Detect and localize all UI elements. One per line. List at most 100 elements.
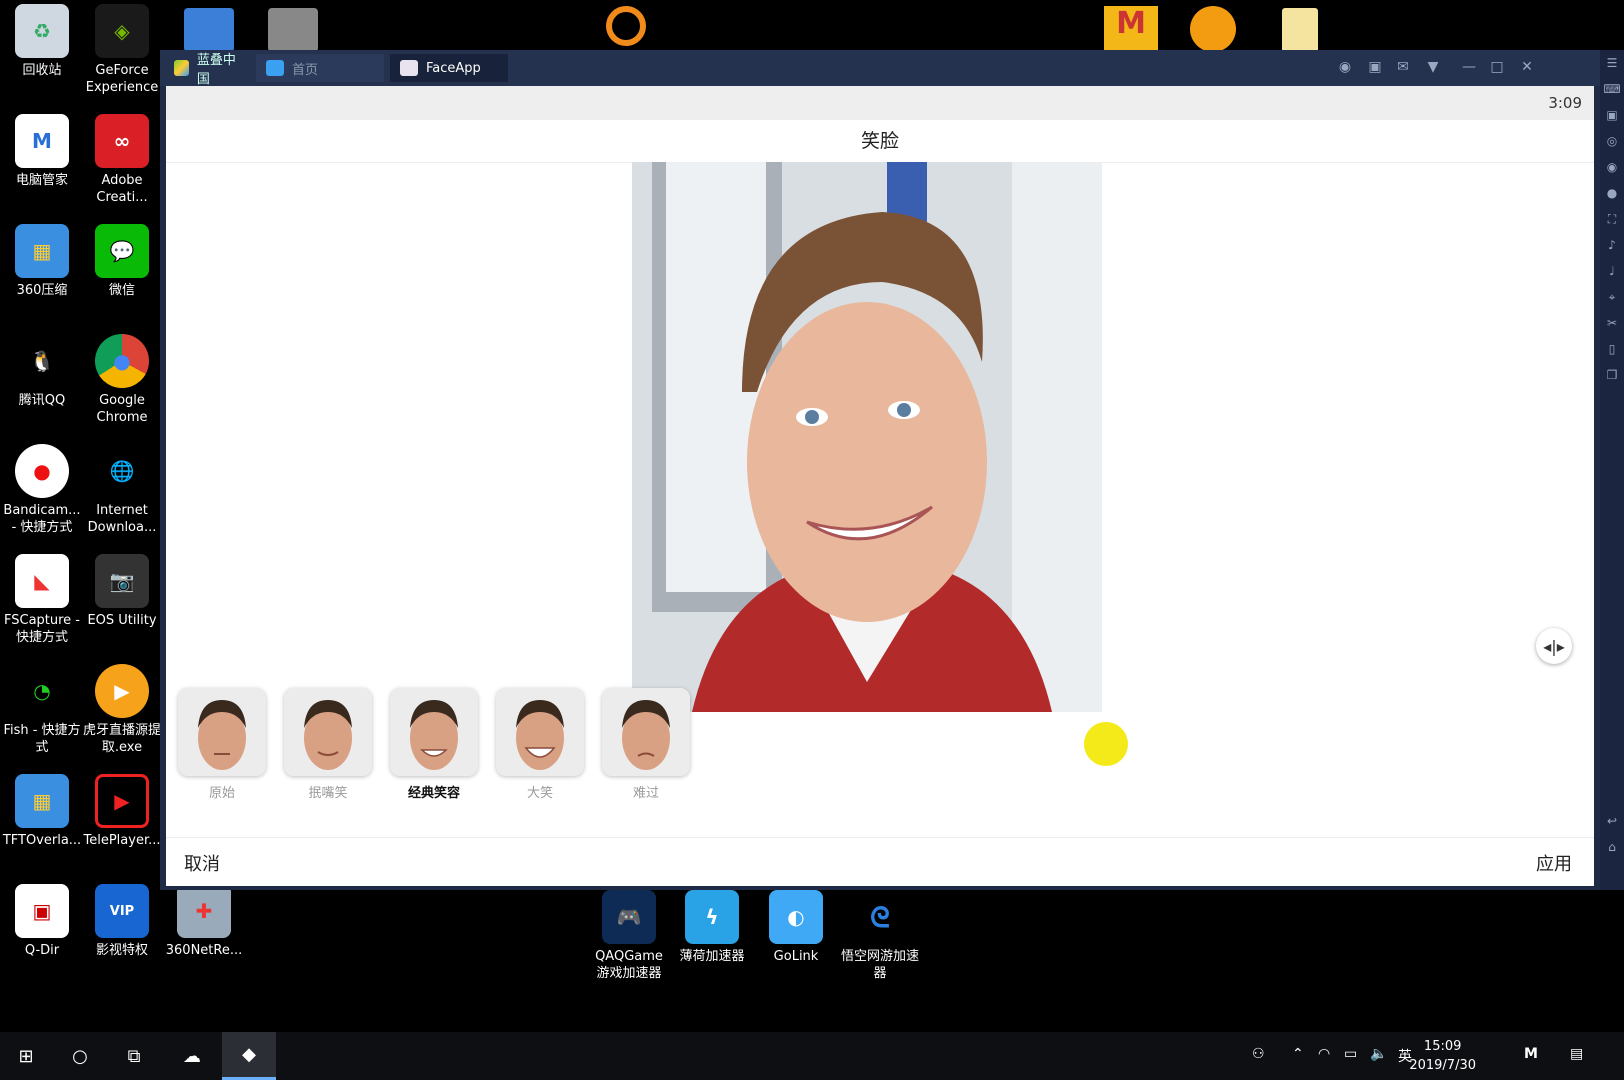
desktop-icon-label: 回收站 xyxy=(22,63,62,78)
filter-sad[interactable]: 难过 xyxy=(602,688,690,801)
desktop-icon-label: EOS Utility xyxy=(87,613,157,628)
menu-dropdown-icon[interactable]: ▼ xyxy=(1424,58,1442,76)
tab-faceapp[interactable]: FaceApp xyxy=(390,54,508,82)
desktop-icon-fscapture[interactable]: ◣ FSCapture - 快捷方式 xyxy=(0,554,84,646)
desktop-icon-qaqgame[interactable]: 🎮 QAQGame 游戏加速器 xyxy=(587,890,671,982)
pc-manager-tray-icon[interactable]: M xyxy=(1524,1046,1538,1062)
notification-icon[interactable]: ▤ xyxy=(1570,1046,1583,1062)
search-tool-icon[interactable] xyxy=(606,6,646,46)
desktop-icon-label: 虎牙直播源提取.exe xyxy=(82,723,161,755)
desktop-icon-golink[interactable]: ◐ GoLink xyxy=(754,890,838,965)
desktop-icon-geforce[interactable]: ◈ GeForce Experience xyxy=(80,4,164,96)
desktop-icon-label: 影视特权 xyxy=(95,943,148,958)
keyboard-icon[interactable]: ⌨ xyxy=(1600,76,1624,102)
faceapp-icon xyxy=(400,60,418,76)
task-view-icon[interactable]: ⧉ xyxy=(110,1032,158,1080)
desktop-icon-tftoverlay[interactable]: ▦ TFTOverla... xyxy=(0,774,84,849)
close-icon[interactable]: ✕ xyxy=(1518,58,1536,76)
desktop-icon-label: 电脑管家 xyxy=(15,173,68,188)
filter-thumbnail xyxy=(390,688,478,776)
desktop-icon-label: 360NetRe... xyxy=(165,943,243,958)
wifi-icon[interactable]: ◠ xyxy=(1318,1046,1330,1062)
volume-down-icon[interactable]: ♩ xyxy=(1600,258,1624,284)
desktop-icon-adobe-cc[interactable]: ∞ Adobe Creati... xyxy=(80,114,164,206)
record-icon[interactable]: ● xyxy=(1600,180,1624,206)
bolt-icon: ϟ xyxy=(685,890,739,944)
desktop-icon-chrome[interactable]: ● Google Chrome xyxy=(80,334,164,426)
desktop-icon-idm[interactable]: 🌐 Internet Downloa... xyxy=(80,444,164,536)
cancel-button[interactable]: 取消 xyxy=(184,850,220,876)
desktop-icon-label: TFTOverla... xyxy=(2,833,82,848)
desktop-icon-bpm[interactable]: M xyxy=(1104,6,1158,52)
account-icon[interactable]: ◉ xyxy=(1336,58,1354,76)
shake-icon[interactable]: ▯ xyxy=(1600,336,1624,362)
desktop-icon-bohe[interactable]: ϟ 薄荷加速器 xyxy=(670,890,754,965)
desktop-icon-360zip[interactable]: ▦ 360压缩 xyxy=(0,224,84,299)
desktop-icon-fruity[interactable] xyxy=(1190,6,1236,52)
desktop-icon-vip-video[interactable]: VIP 影视特权 xyxy=(80,884,164,959)
filter-classic-smile[interactable]: 经典笑容 xyxy=(390,688,478,801)
desktop-icon-fish[interactable]: ◔ Fish - 快捷方式 xyxy=(0,664,84,756)
recycle-bin-icon: ♻ xyxy=(15,4,69,58)
desktop-icon-cache[interactable] xyxy=(268,8,318,52)
adobe-cc-icon: ∞ xyxy=(95,114,149,168)
desktop-icon-label: Bandicam... - 快捷方式 xyxy=(3,503,81,535)
filter-label: 大笑 xyxy=(526,786,553,801)
back-icon[interactable]: ↩ xyxy=(1600,808,1624,834)
filter-label: 难过 xyxy=(632,786,659,801)
desktop-icon-label: 腾讯QQ xyxy=(18,393,66,408)
desktop-icon-huya[interactable]: ▶ 虎牙直播源提取.exe xyxy=(80,664,164,756)
filter-closed-smile[interactable]: 抿嘴笑 xyxy=(284,688,372,801)
show-hidden-icons-chevron-icon[interactable]: ⌃ xyxy=(1292,1046,1304,1062)
desktop-icon-qdir[interactable]: ▣ Q-Dir xyxy=(0,884,84,959)
mail-icon[interactable]: ✉ xyxy=(1394,58,1412,76)
fullscreen-icon[interactable]: ⛶ xyxy=(1600,206,1624,232)
tab-label: 首页 xyxy=(292,62,319,78)
wukong-icon: ᘓ xyxy=(870,900,890,934)
compare-toggle-button[interactable]: ◂|▸ xyxy=(1536,628,1572,664)
minimize-icon[interactable]: — xyxy=(1460,58,1478,76)
status-time: 3:09 xyxy=(1548,94,1582,112)
desktop-icon-recycle-bin[interactable]: ♻ 回收站 xyxy=(0,4,84,79)
bluestacks-taskbar-icon[interactable]: ◆ xyxy=(222,1032,276,1080)
filter-label: 经典笑容 xyxy=(407,786,460,801)
gamepad-icon[interactable]: ◎ xyxy=(1600,128,1624,154)
cloud-app-icon[interactable]: ☁ xyxy=(168,1032,216,1080)
desktop-icon-wukong[interactable]: ᘓ 悟空网游加速器 xyxy=(838,890,922,982)
desktop-icon-wechat[interactable]: 💬 微信 xyxy=(80,224,164,299)
desktop-icon-computer[interactable] xyxy=(184,8,234,52)
smile-filter-list: 原始 抿嘴笑 经典笑容 大笑 难过 xyxy=(178,688,690,801)
desktop-icon-qq[interactable]: 🐧 腾讯QQ xyxy=(0,334,84,409)
tab-home[interactable]: 首页 xyxy=(256,54,384,82)
qdir-icon: ▣ xyxy=(15,884,69,938)
archive-icon: ▦ xyxy=(15,774,69,828)
desktop-icon-label: Google Chrome xyxy=(96,393,148,425)
filter-original[interactable]: 原始 xyxy=(178,688,266,801)
clock[interactable]: 15:09 2019/7/30 xyxy=(1409,1037,1476,1075)
desktop-icon-bandicam[interactable]: ● Bandicam... - 快捷方式 xyxy=(0,444,84,536)
volume-up-icon[interactable]: ♪ xyxy=(1600,232,1624,258)
filter-big-laugh[interactable]: 大笑 xyxy=(496,688,584,801)
eye-icon[interactable]: ◉ xyxy=(1600,154,1624,180)
scissors-icon[interactable]: ✂ xyxy=(1600,310,1624,336)
desktop-icon-eos-utility[interactable]: 📷 EOS Utility xyxy=(80,554,164,629)
multi-instance-icon[interactable]: ❐ xyxy=(1600,362,1624,388)
speaker-icon[interactable]: 🔈 xyxy=(1370,1046,1387,1062)
location-icon[interactable]: ⌖ xyxy=(1600,284,1624,310)
gift-icon[interactable]: ▣ xyxy=(1366,58,1384,76)
people-icon[interactable]: ⚇ xyxy=(1252,1046,1265,1062)
desktop-icon-360netrepair[interactable]: ✚ 360NetRe... xyxy=(162,884,246,959)
start-windows-icon[interactable]: ⊞ xyxy=(2,1032,50,1080)
cortana-circle-icon[interactable]: ○ xyxy=(56,1032,104,1080)
desktop-icon-teleplayer[interactable]: ▶ TelePlayer... xyxy=(80,774,164,849)
desktop-icon-folder-zip[interactable] xyxy=(1282,8,1318,52)
menu-icon[interactable]: ☰ xyxy=(1600,50,1624,76)
emulator-brand[interactable]: 蓝叠中国 xyxy=(164,53,250,87)
apply-button[interactable]: 应用 xyxy=(1536,850,1572,876)
battery-icon[interactable]: ▭ xyxy=(1344,1046,1357,1062)
screen-icon[interactable]: ▣ xyxy=(1600,102,1624,128)
android-home-icon[interactable]: ⌂ xyxy=(1600,834,1624,860)
maximize-icon[interactable]: □ xyxy=(1488,58,1506,76)
filter-thumbnail xyxy=(284,688,372,776)
desktop-icon-pc-manager[interactable]: M 电脑管家 xyxy=(0,114,84,189)
